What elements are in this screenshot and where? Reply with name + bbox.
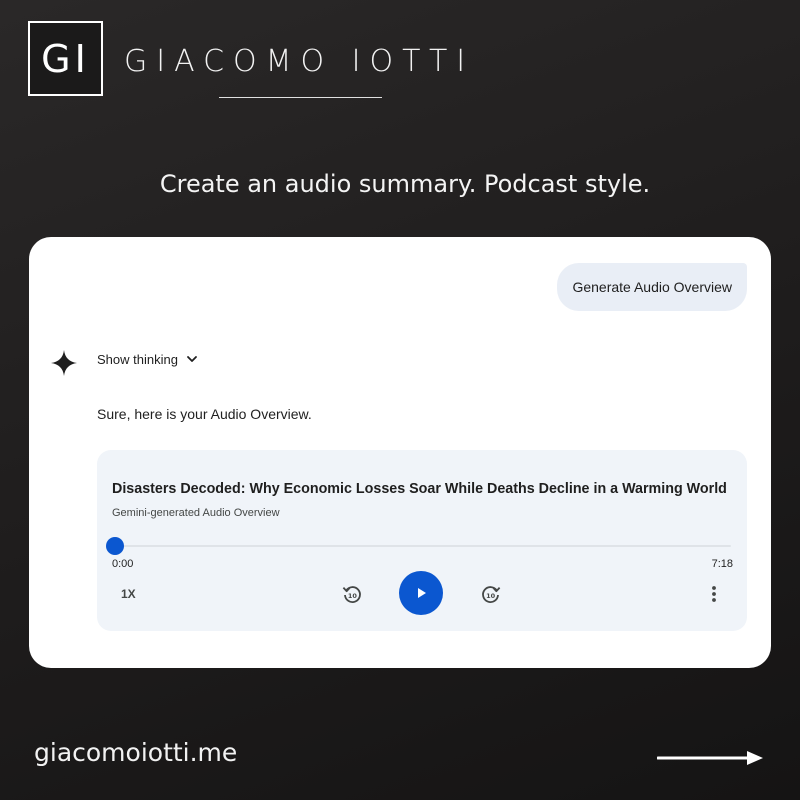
response-text: Sure, here is your Audio Overview. (97, 406, 312, 422)
sparkle-icon (51, 350, 77, 376)
more-options-button[interactable] (702, 582, 726, 606)
rewind-10-button[interactable]: 10 (340, 582, 364, 606)
brand-name: GIACOMO IOTTI (124, 44, 475, 79)
forward-10-icon: 10 (482, 586, 501, 603)
user-message-bubble: Generate Audio Overview (557, 263, 747, 311)
arrow-right-icon[interactable] (657, 748, 765, 768)
play-button[interactable] (399, 571, 443, 615)
forward-10-button[interactable]: 10 (479, 582, 503, 606)
audio-overview-player: Disasters Decoded: Why Economic Losses S… (97, 450, 747, 631)
tagline: Create an audio summary. Podcast style. (159, 170, 651, 198)
website-link[interactable]: giacomoiotti.me (34, 738, 237, 767)
chat-card: Generate Audio Overview Show thinking Su… (29, 237, 771, 668)
playback-speed-button[interactable]: 1X (121, 587, 136, 601)
show-thinking-label: Show thinking (97, 351, 178, 367)
audio-subtitle: Gemini-generated Audio Overview (112, 507, 280, 519)
progress-thumb[interactable] (106, 537, 124, 555)
rewind-10-icon: 10 (342, 586, 361, 603)
svg-text:10: 10 (348, 592, 358, 600)
brand-divider (219, 97, 382, 98)
duration: 7:18 (711, 558, 733, 570)
chevron-down-icon (187, 356, 197, 362)
play-icon (418, 588, 426, 598)
show-thinking-toggle[interactable]: Show thinking (97, 351, 200, 367)
audio-title: Disasters Decoded: Why Economic Losses S… (112, 481, 727, 497)
progress-slider[interactable] (106, 537, 731, 555)
svg-text:10: 10 (486, 592, 496, 600)
user-message-text: Generate Audio Overview (572, 279, 732, 295)
current-time: 0:00 (112, 558, 134, 570)
more-vert-icon (712, 586, 716, 602)
logo-mark: GI (28, 21, 103, 96)
